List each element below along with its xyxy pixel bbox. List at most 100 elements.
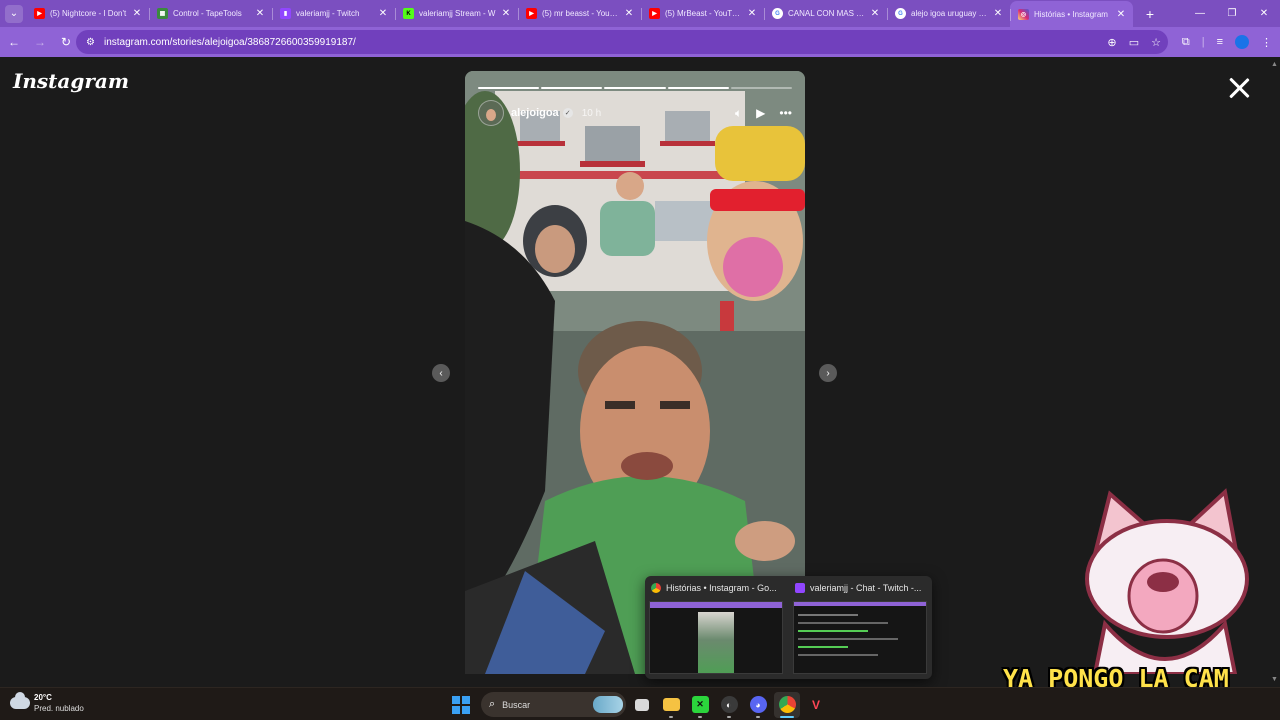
tab-search-button[interactable]: ⌄ xyxy=(5,4,23,23)
google-icon: G xyxy=(895,8,906,19)
window-controls: — ❐ ✕ xyxy=(1184,0,1280,27)
browser-tab-strip: ⌄ ▶ (5) Nightcore - I Don't ✕ ▦ Control … xyxy=(0,0,1280,28)
thumb-line xyxy=(798,646,848,648)
menu-icon[interactable]: ⋮ xyxy=(1261,36,1272,49)
thumb-line xyxy=(798,654,878,656)
tab-title: Histórias • Instagram xyxy=(1034,10,1108,19)
preview-title-text: Histórias • Instagram - Go... xyxy=(666,583,777,593)
back-icon[interactable]: ← xyxy=(2,30,26,54)
profile-avatar[interactable] xyxy=(1235,35,1249,49)
obs-app[interactable]: ◐ xyxy=(716,692,742,718)
previous-story-icon[interactable]: ‹ xyxy=(432,364,450,382)
close-icon[interactable]: ✕ xyxy=(131,8,143,19)
obs-icon: ◐ xyxy=(720,696,738,713)
story-time: 10 h xyxy=(581,107,602,119)
file-explorer-app[interactable] xyxy=(658,692,684,718)
preview-thumbnail xyxy=(793,601,927,674)
close-story-icon[interactable] xyxy=(1228,77,1250,99)
tab-7[interactable]: G alejo igoa uruguay - B ✕ xyxy=(887,0,1010,27)
close-icon[interactable]: ✕ xyxy=(992,8,1004,19)
weather-widget[interactable]: 20°C Pred. nublado xyxy=(10,692,84,713)
instagram-icon: ◎ xyxy=(1018,9,1029,20)
tab-1[interactable]: ▦ Control - TapeTools ✕ xyxy=(149,0,272,27)
weather-desc: Pred. nublado xyxy=(34,704,84,713)
taskbar-center: ⌕ Buscar ✕ ◐ ◕ V xyxy=(452,691,829,718)
task-view-app[interactable] xyxy=(629,692,655,718)
story-progress-bar xyxy=(478,87,793,89)
next-story-icon[interactable]: › xyxy=(819,364,837,382)
tab-3[interactable]: K valeriamjj Stream - W ✕ xyxy=(395,0,518,27)
tab-4[interactable]: ▶ (5) mr beasst - YouTube ✕ xyxy=(518,0,641,27)
preview-title-text: valeriamjj - Chat - Twitch -... xyxy=(810,583,922,593)
minimize-icon[interactable]: — xyxy=(1184,0,1216,27)
close-icon[interactable]: ✕ xyxy=(254,8,266,19)
chrome-app[interactable] xyxy=(774,691,800,718)
more-options-icon[interactable]: ••• xyxy=(779,106,792,120)
address-bar-actions: ⊕ ▭ ☆ xyxy=(1106,30,1162,54)
taskbar-search[interactable]: ⌕ Buscar xyxy=(481,692,626,717)
toolbar-divider: | xyxy=(1201,36,1205,48)
tab-title: CANAL CON MAS SUSCR xyxy=(788,9,865,18)
chrome-icon xyxy=(651,583,661,593)
search-placeholder: Buscar xyxy=(502,699,531,710)
preview-window-twitch[interactable]: valeriamjj - Chat - Twitch -... xyxy=(789,576,932,679)
close-icon[interactable]: ✕ xyxy=(500,8,512,19)
tab-0[interactable]: ▶ (5) Nightcore - I Don't ✕ xyxy=(26,0,149,27)
url-text: instagram.com/stories/alejoigoa/38687266… xyxy=(103,36,356,48)
new-tab-button[interactable]: + xyxy=(1141,6,1159,22)
cast-icon[interactable]: ▭ xyxy=(1128,36,1140,49)
tab-8-active[interactable]: ◎ Histórias • Instagram ✕ xyxy=(1010,1,1133,28)
search-icon: ⌕ xyxy=(489,698,496,710)
scroll-up-icon[interactable]: ▲ xyxy=(1271,61,1278,68)
tab-5[interactable]: ▶ (5) MrBeast - YouTube ✕ xyxy=(641,0,764,27)
scroll-down-icon[interactable]: ▼ xyxy=(1271,676,1278,683)
toolbar-right: ⧉ | ≡ ⋮ xyxy=(1182,30,1272,54)
page-scrollbar[interactable]: ▲ ▼ xyxy=(1268,57,1280,687)
valorant-app[interactable]: V xyxy=(803,692,829,718)
tab-6[interactable]: G CANAL CON MAS SUSCR ✕ xyxy=(764,0,887,27)
verified-badge-icon: ✓ xyxy=(562,108,573,118)
story-username[interactable]: alejoigoa xyxy=(511,107,559,119)
forward-icon[interactable]: → xyxy=(28,30,52,54)
youtube-icon: ▶ xyxy=(34,8,45,19)
game-launcher-app[interactable]: ✕ xyxy=(687,692,713,718)
mute-icon[interactable]: 🔈︎ xyxy=(735,106,742,121)
reload-icon[interactable]: ↻ xyxy=(54,30,78,54)
tab-2[interactable]: ▮ valeriamjj - Twitch ✕ xyxy=(272,0,395,27)
play-icon[interactable]: ▶ xyxy=(756,106,765,120)
progress-segment xyxy=(604,87,666,89)
close-icon[interactable]: ✕ xyxy=(1115,9,1127,20)
thumb-toolbar xyxy=(794,602,926,606)
bookmark-star-icon[interactable]: ☆ xyxy=(1150,36,1162,49)
preview-title: valeriamjj - Chat - Twitch -... xyxy=(795,583,927,593)
close-window-icon[interactable]: ✕ xyxy=(1248,0,1280,27)
game-launcher-icon: ✕ xyxy=(691,696,709,713)
address-bar[interactable]: ⚙ instagram.com/stories/alejoigoa/386872… xyxy=(76,30,1168,54)
discord-app[interactable]: ◕ xyxy=(745,692,771,718)
windows-start-icon[interactable] xyxy=(452,695,470,714)
site-info-icon[interactable]: ⚙ xyxy=(86,37,95,48)
close-icon[interactable]: ✕ xyxy=(746,8,758,19)
restore-icon[interactable]: ❐ xyxy=(1216,0,1248,27)
tab-title: Control - TapeTools xyxy=(173,9,242,18)
close-icon[interactable]: ✕ xyxy=(869,8,881,19)
close-icon[interactable]: ✕ xyxy=(377,8,389,19)
browser-toolbar: ← → ↻ ⚙ instagram.com/stories/alejoigoa/… xyxy=(0,27,1280,57)
media-controls-icon[interactable]: ≡ xyxy=(1217,36,1223,48)
thumb-toolbar xyxy=(650,602,782,608)
avatar[interactable] xyxy=(478,100,504,126)
zoom-icon[interactable]: ⊕ xyxy=(1106,36,1118,49)
instagram-logo[interactable]: Instagram xyxy=(13,69,129,93)
search-highlight-image xyxy=(593,696,623,713)
extensions-icon[interactable]: ⧉ xyxy=(1182,36,1190,49)
close-icon[interactable]: ✕ xyxy=(623,8,635,19)
thumb-line xyxy=(798,630,868,632)
weather-text: 20°C Pred. nublado xyxy=(34,693,84,713)
preview-window-instagram[interactable]: Histórias • Instagram - Go... xyxy=(645,576,788,679)
valorant-icon: V xyxy=(811,697,820,712)
taskbar-window-preview: Histórias • Instagram - Go... valeriamjj… xyxy=(645,576,932,679)
tab-title: valeriamjj Stream - W xyxy=(419,9,496,18)
progress-segment xyxy=(730,87,793,89)
tab-title: valeriamjj - Twitch xyxy=(296,9,360,18)
progress-segment xyxy=(541,87,603,89)
